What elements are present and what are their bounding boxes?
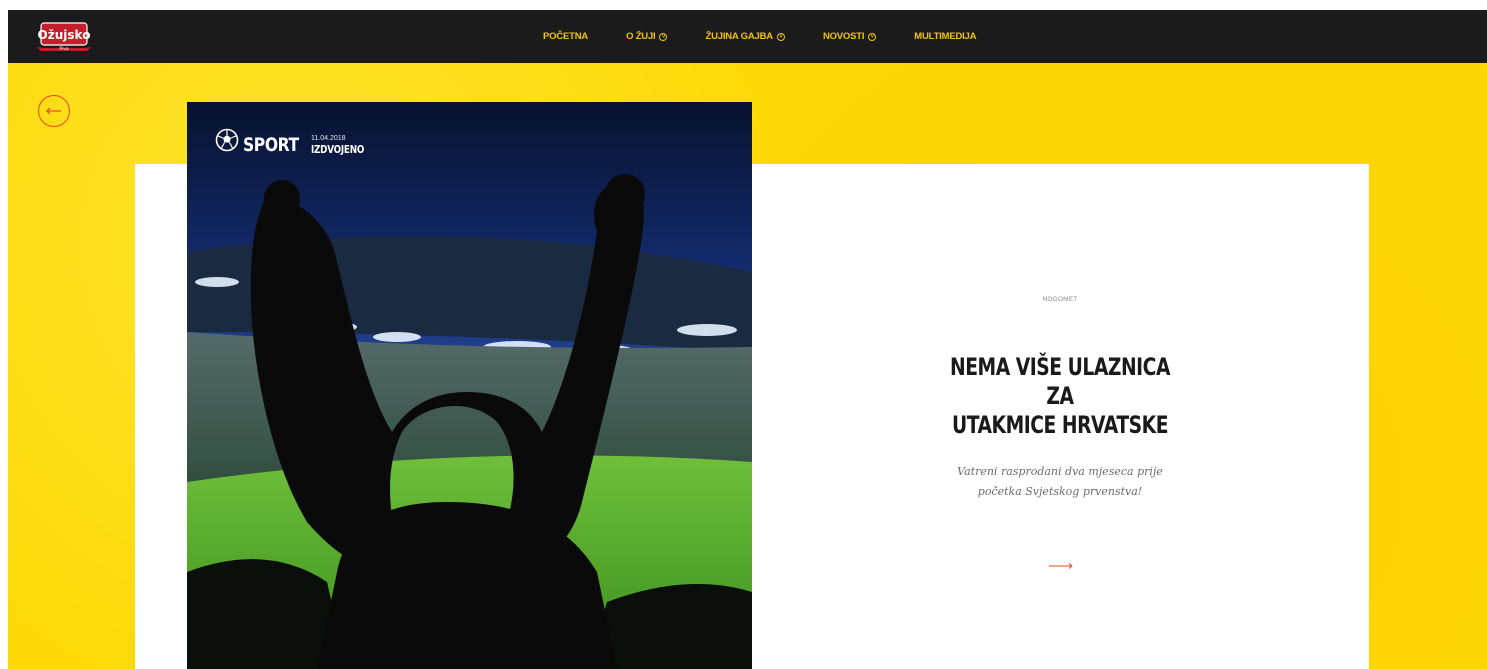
nav-item-label: ŽUJINA GAJBA (705, 31, 773, 42)
article-date: 11.04.2018 (311, 135, 346, 142)
chevron-down-icon: ˅ (868, 32, 877, 41)
section-label-text: SPORT (243, 134, 299, 156)
logo-text: Ožujsko (38, 28, 91, 42)
nav-item-zujina-gajba[interactable]: ŽUJINA GAJBA ˅ (705, 31, 785, 42)
article-category: NOGOMET (1042, 296, 1078, 303)
hero-image[interactable]: SPORT 11.04.2018 IZDVOJENO (187, 102, 752, 669)
nav-item-pocetna[interactable]: POČETNA (543, 31, 588, 42)
nav-item-o-zuji[interactable]: O ŽUJI ˅ (626, 31, 668, 42)
nav-item-label: POČETNA (543, 31, 589, 42)
chevron-down-icon: ˅ (659, 32, 668, 41)
arrow-left-icon (46, 107, 61, 115)
back-button[interactable] (38, 95, 70, 127)
headline-line: UTAKMICE HRVATSKE (951, 411, 1169, 439)
chevron-down-icon: ˅ (776, 32, 785, 41)
top-navigation-bar: Ožujsko Pivo POČETNA O ŽUJI ˅ ŽUJINA GAJ… (8, 10, 1487, 63)
article-content: NOGOMET NEMA VIŠE ULAZNICA ZA UTAKMICE H… (900, 290, 1220, 502)
read-more-button[interactable] (1048, 558, 1074, 569)
article-headline[interactable]: NEMA VIŠE ULAZNICA ZA UTAKMICE HRVATSKE (935, 353, 1185, 440)
nav-item-label: NOVOSTI (822, 31, 865, 42)
arrow-right-icon (1049, 563, 1073, 569)
headline-line: NEMA VIŠE ULAZNICA ZA (950, 353, 1170, 410)
article-summary: Vatreni rasprodani dva mjeseca prije poč… (957, 465, 1163, 498)
stadium-fan-illustration (187, 102, 752, 669)
main-nav: POČETNA O ŽUJI ˅ ŽUJINA GAJBA ˅ NOVOSTI … (543, 10, 1014, 63)
nav-item-label: MULTIMEDIJA (914, 31, 977, 42)
nav-item-multimedija[interactable]: MULTIMEDIJA (914, 31, 976, 42)
ozujsko-logo[interactable]: Ožujsko Pivo (35, 21, 93, 53)
hero-section-label: SPORT (215, 124, 311, 156)
logo-subtext: Pivo (59, 46, 69, 52)
football-icon (215, 128, 239, 152)
nav-item-label: O ŽUJI (626, 31, 656, 42)
featured-tag: IZDVOJENO (311, 143, 365, 156)
hero-meta: 11.04.2018 IZDVOJENO (311, 134, 377, 156)
nav-item-novosti[interactable]: NOVOSTI ˅ (822, 31, 877, 42)
